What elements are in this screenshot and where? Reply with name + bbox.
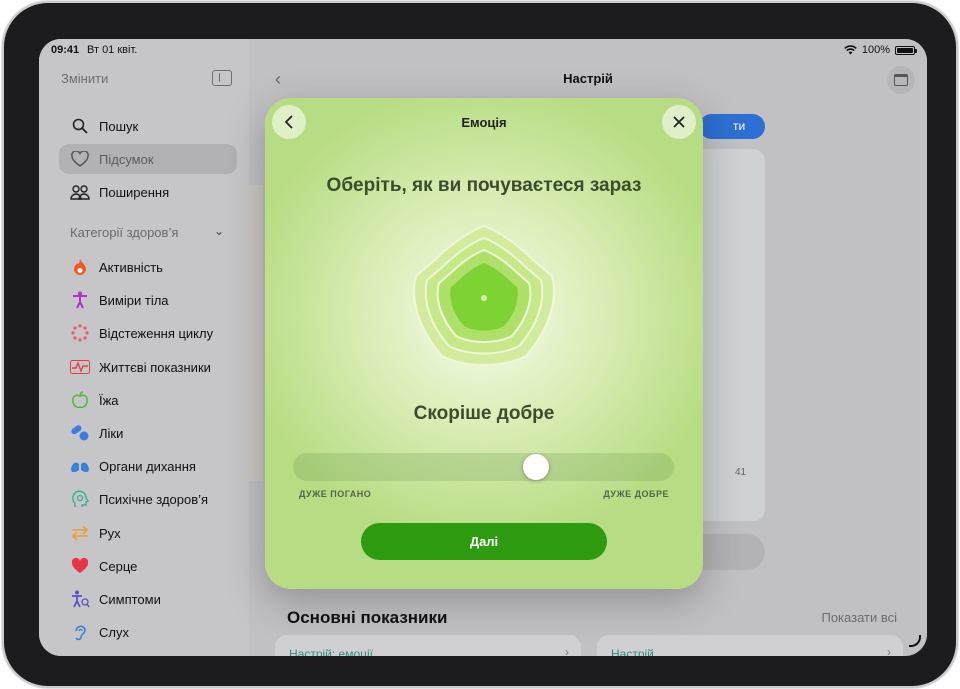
- sidebar-toggle-icon[interactable]: [212, 70, 232, 86]
- status-bar: 09:41 Вт 01 квіт. 100%: [39, 39, 927, 61]
- arrows-icon: [69, 522, 91, 544]
- calendar-icon[interactable]: [887, 66, 915, 94]
- sidebar-item-heart[interactable]: Серце: [69, 554, 137, 578]
- ipad-frame: 09:41 Вт 01 квіт. 100% Змінити Пошук Під…: [4, 3, 956, 686]
- chevron-right-icon: ›: [565, 645, 569, 656]
- sidebar-item-label: Слух: [99, 624, 129, 640]
- cycle-icon: [69, 322, 91, 344]
- sidebar-item-label: Підсумок: [99, 151, 154, 167]
- sidebar-item-label: Ліки: [99, 425, 124, 441]
- screen: 09:41 Вт 01 квіт. 100% Змінити Пошук Під…: [39, 39, 927, 656]
- show-all-link[interactable]: Показати всі: [821, 610, 897, 625]
- ear-icon: [69, 621, 91, 643]
- search-icon: [69, 115, 91, 137]
- sidebar-item-label: Органи дихання: [99, 458, 196, 474]
- lungs-icon: [69, 455, 91, 477]
- status-right: 100%: [844, 44, 917, 56]
- metric-card[interactable]: Настрій ›: [597, 635, 903, 656]
- sidebar-item-hearing[interactable]: Слух: [69, 620, 129, 644]
- sidebar-item-summary[interactable]: Підсумок: [59, 144, 237, 174]
- chevron-right-icon: ›: [887, 645, 891, 656]
- sidebar-item-label: Психічне здоров’я: [99, 491, 209, 507]
- chevron-down-icon[interactable]: ⌄: [214, 224, 224, 238]
- sidebar-item-vitals[interactable]: Життєві показники: [69, 355, 211, 379]
- sidebar-item-nutrition[interactable]: Їжа: [69, 388, 119, 412]
- slider-thumb[interactable]: [523, 454, 549, 480]
- background-time: 41: [735, 467, 747, 478]
- symptoms-icon: [69, 588, 91, 610]
- sidebar-item-mobility[interactable]: Рух: [69, 521, 121, 545]
- sidebar-item-symptoms[interactable]: Симптоми: [69, 587, 161, 611]
- sidebar-item-cycle-tracking[interactable]: Відстеження циклу: [69, 321, 213, 345]
- sidebar-item-label: Пошук: [99, 118, 139, 134]
- sidebar-item-search[interactable]: Пошук: [59, 111, 237, 141]
- status-time: 09:41: [51, 44, 80, 56]
- metric-card[interactable]: Настрій: емоції ›: [275, 635, 581, 656]
- sidebar-item-label: Активність: [99, 259, 163, 275]
- slider-min-label: ДУЖЕ ПОГАНО: [299, 489, 372, 499]
- add-data-button[interactable]: ти: [699, 114, 765, 139]
- sidebar-item-label: Життєві показники: [99, 359, 211, 375]
- edit-button[interactable]: Змінити: [61, 71, 108, 86]
- heart-outline-icon: [69, 148, 91, 170]
- sidebar-item-body-measurements[interactable]: Виміри тіла: [69, 288, 169, 312]
- sidebar-item-activity[interactable]: Активність: [69, 255, 163, 279]
- sidebar-item-mental-health[interactable]: Психічне здоров’я: [69, 487, 208, 511]
- heart-icon: [69, 555, 91, 577]
- sidebar-item-respiratory[interactable]: Органи дихання: [69, 454, 196, 478]
- sidebar-item-label: Виміри тіла: [99, 292, 169, 308]
- mood-flower-graphic: [413, 224, 555, 366]
- sidebar-item-label: Рух: [99, 525, 121, 541]
- vitals-icon: [69, 356, 91, 378]
- people-icon: [69, 181, 91, 203]
- head-icon: [69, 488, 91, 510]
- mood-value-label: Скоріше добре: [413, 403, 555, 424]
- pills-icon: [69, 422, 91, 444]
- slider-max-label: ДУЖЕ ДОБРЕ: [603, 489, 669, 499]
- apple-icon: [69, 389, 91, 411]
- sidebar-item-label: Їжа: [99, 392, 119, 408]
- metric-card-label: Настрій: [611, 647, 654, 656]
- close-button[interactable]: [662, 105, 696, 139]
- battery-icon: [895, 45, 917, 55]
- battery-percent: 100%: [861, 44, 890, 56]
- emotion-modal: Емоція Оберіть, як ви почуваєтеся зараз …: [265, 98, 703, 589]
- wifi-icon: [844, 45, 857, 55]
- sidebar-item-medications[interactable]: Ліки: [69, 421, 123, 445]
- close-icon: [673, 116, 685, 128]
- sidebar-item-label: Серце: [99, 558, 138, 574]
- sidebar-item-label: Симптоми: [99, 591, 161, 607]
- flame-icon: [69, 256, 91, 278]
- page-title: Настрій: [563, 71, 613, 86]
- sidebar-item-label: Відстеження циклу: [99, 325, 214, 341]
- figure-icon: [69, 289, 91, 311]
- sidebar: Змінити Пошук Підсумок Поширення Категор…: [39, 39, 249, 656]
- mood-question: Оберіть, як ви почуваєтеся зараз: [326, 175, 642, 196]
- next-button[interactable]: Далі: [361, 523, 607, 560]
- modal-title: Емоція: [461, 115, 507, 130]
- status-date: Вт 01 квіт.: [87, 44, 138, 56]
- background-strip: [249, 185, 263, 481]
- metric-card-label: Настрій: емоції: [289, 647, 374, 656]
- sidebar-item-sharing[interactable]: Поширення: [59, 177, 237, 207]
- highlights-heading: Основні показники: [287, 608, 448, 627]
- mood-slider[interactable]: [293, 453, 674, 481]
- health-categories-heading: Категорії здоров’я: [70, 225, 179, 240]
- sidebar-item-label: Поширення: [99, 184, 170, 200]
